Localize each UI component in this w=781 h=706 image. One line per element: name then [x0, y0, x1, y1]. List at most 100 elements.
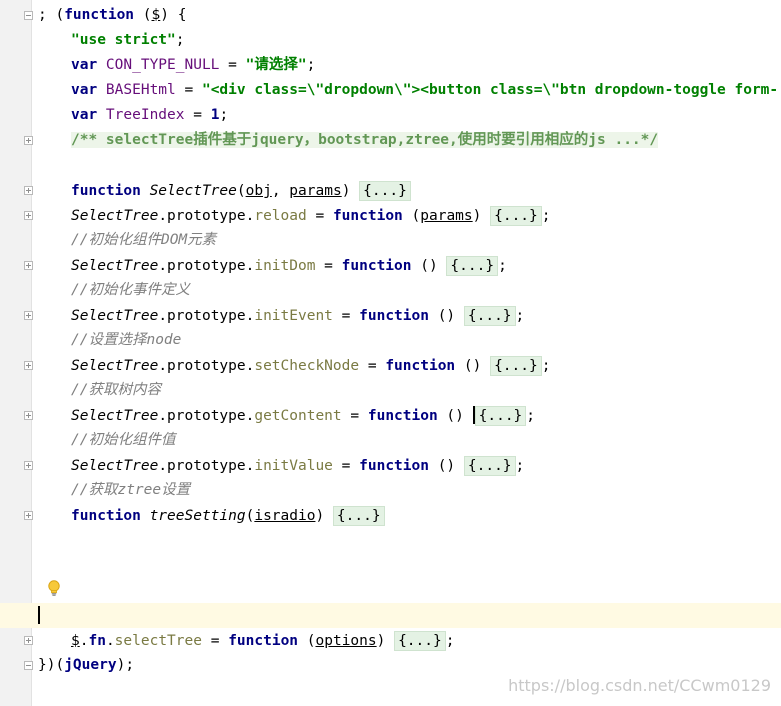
- code-line[interactable]: /** selectTree插件基于jquery，bootstrap,ztree…: [0, 128, 781, 153]
- lightbulb-intention-icon[interactable]: [47, 580, 61, 597]
- code-token: (: [298, 633, 316, 649]
- code-line[interactable]: SelectTree.prototype.initDom = function …: [0, 253, 781, 278]
- code-token: (: [236, 183, 246, 199]
- fold-collapse-icon[interactable]: [24, 11, 33, 20]
- code-token: .prototype.: [158, 358, 255, 374]
- code-line[interactable]: SelectTree.prototype.reload = function (…: [0, 203, 781, 228]
- code-token: initValue: [254, 458, 333, 474]
- code-token: SelectTree: [71, 258, 159, 274]
- folded-code-block[interactable]: {...}: [490, 206, 542, 226]
- fold-expand-icon[interactable]: [24, 361, 33, 370]
- code-token: getContent: [254, 408, 342, 424]
- code-token: (): [437, 408, 473, 424]
- folded-code-block[interactable]: {...}: [394, 631, 446, 651]
- fold-expand-icon[interactable]: [24, 461, 33, 470]
- code-text: ; (function ($) {: [38, 6, 186, 24]
- code-token: ;: [541, 208, 551, 224]
- code-token: function: [359, 308, 429, 324]
- code-token: SelectTree: [71, 308, 159, 324]
- code-line[interactable]: //初始化事件定义: [0, 278, 781, 303]
- folded-code-block[interactable]: {...}: [474, 406, 527, 426]
- code-line[interactable]: [0, 578, 781, 603]
- code-line[interactable]: //获取树内容: [0, 378, 781, 403]
- code-line[interactable]: function SelectTree(obj, params) {...}: [0, 178, 781, 203]
- code-token: ,: [271, 183, 290, 199]
- fold-expand-icon[interactable]: [24, 636, 33, 645]
- code-line[interactable]: //获取ztree设置: [0, 478, 781, 503]
- code-token: (): [428, 458, 464, 474]
- code-token: =: [184, 107, 211, 123]
- fold-expand-icon[interactable]: [24, 136, 33, 145]
- code-line[interactable]: SelectTree.prototype.initEvent = functio…: [0, 303, 781, 328]
- fold-expand-icon[interactable]: [24, 311, 33, 320]
- code-line[interactable]: var CON_TYPE_NULL = "请选择";: [0, 53, 781, 78]
- code-token: options: [315, 633, 377, 649]
- code-line[interactable]: [0, 553, 781, 578]
- code-token: function: [228, 633, 299, 649]
- code-token: function: [71, 508, 150, 524]
- folded-code-block[interactable]: {...}: [332, 506, 385, 526]
- code-token: setCheckNode: [254, 358, 360, 374]
- code-token: ): [472, 208, 491, 224]
- code-token: .prototype.: [158, 458, 255, 474]
- code-line[interactable]: var TreeIndex = 1;: [0, 103, 781, 128]
- fold-expand-icon[interactable]: [24, 211, 33, 220]
- code-token: (: [402, 208, 421, 224]
- code-token: ) {: [160, 7, 187, 23]
- code-token: jQuery: [64, 657, 117, 673]
- code-token: ;: [526, 408, 536, 424]
- folded-code-block[interactable]: {...}: [490, 356, 542, 376]
- fold-expand-icon[interactable]: [24, 511, 33, 520]
- code-line[interactable]: [0, 528, 781, 553]
- code-line[interactable]: ; (function ($) {: [0, 3, 781, 28]
- folded-code-block[interactable]: {...}: [463, 306, 516, 326]
- code-line[interactable]: [0, 153, 781, 178]
- code-token: initDom: [254, 258, 316, 274]
- code-token: params: [420, 208, 473, 224]
- code-line[interactable]: //设置选择node: [0, 328, 781, 353]
- code-token: reload: [254, 208, 307, 224]
- code-line[interactable]: [0, 603, 781, 628]
- fold-expand-icon[interactable]: [24, 186, 33, 195]
- code-token: ;: [306, 57, 316, 73]
- code-token: params: [289, 183, 342, 199]
- code-token: $: [71, 633, 80, 649]
- code-line[interactable]: $.fn.selectTree = function (options) {..…: [0, 628, 781, 653]
- code-text: var BASEHtml = "<div class=\"dropdown\">…: [71, 81, 778, 99]
- code-token: //设置选择node: [71, 332, 182, 348]
- code-text: function SelectTree(obj, params) {...}: [71, 181, 411, 201]
- text-caret: [38, 606, 40, 624]
- code-line[interactable]: SelectTree.prototype.getContent = functi…: [0, 403, 781, 428]
- code-line[interactable]: SelectTree.prototype.setCheckNode = func…: [0, 353, 781, 378]
- code-line[interactable]: function treeSetting(isradio) {...}: [0, 503, 781, 528]
- folded-code-block[interactable]: {...}: [463, 456, 516, 476]
- fold-collapse-icon[interactable]: [24, 661, 33, 670]
- code-token: ): [376, 633, 395, 649]
- code-line[interactable]: SelectTree.prototype.initValue = functio…: [0, 453, 781, 478]
- folded-code-block[interactable]: {...}: [359, 181, 411, 201]
- code-line[interactable]: //初始化组件DOM元素: [0, 228, 781, 253]
- code-line[interactable]: //初始化组件值: [0, 428, 781, 453]
- code-token: selectTree: [114, 633, 202, 649]
- code-line[interactable]: "use strict";: [0, 28, 781, 53]
- code-token: //初始化组件DOM元素: [71, 232, 217, 248]
- code-line[interactable]: var BASEHtml = "<div class=\"dropdown\">…: [0, 78, 781, 103]
- code-token: SelectTree: [71, 408, 159, 424]
- fold-expand-icon[interactable]: [24, 261, 33, 270]
- code-token: =: [201, 633, 229, 649]
- code-token: );: [116, 657, 135, 673]
- code-token: =: [332, 458, 360, 474]
- code-line[interactable]: })(jQuery);: [0, 653, 781, 678]
- code-text: SelectTree.prototype.getContent = functi…: [71, 406, 535, 426]
- code-token: "请选择": [245, 57, 307, 73]
- code-text: //获取树内容: [71, 381, 161, 399]
- folded-code-block[interactable]: {...}: [446, 256, 499, 276]
- code-token: function: [71, 183, 150, 199]
- fold-expand-icon[interactable]: [24, 411, 33, 420]
- code-editor[interactable]: ; (function ($) {"use strict"; var CON_TY…: [0, 0, 781, 706]
- code-token: /** selectTree插件基于jquery，bootstrap,ztree…: [71, 132, 659, 148]
- code-text: SelectTree.prototype.initValue = functio…: [71, 456, 524, 476]
- code-token: initEvent: [254, 308, 333, 324]
- code-token: SelectTree: [71, 458, 159, 474]
- code-token: SelectTree: [71, 358, 159, 374]
